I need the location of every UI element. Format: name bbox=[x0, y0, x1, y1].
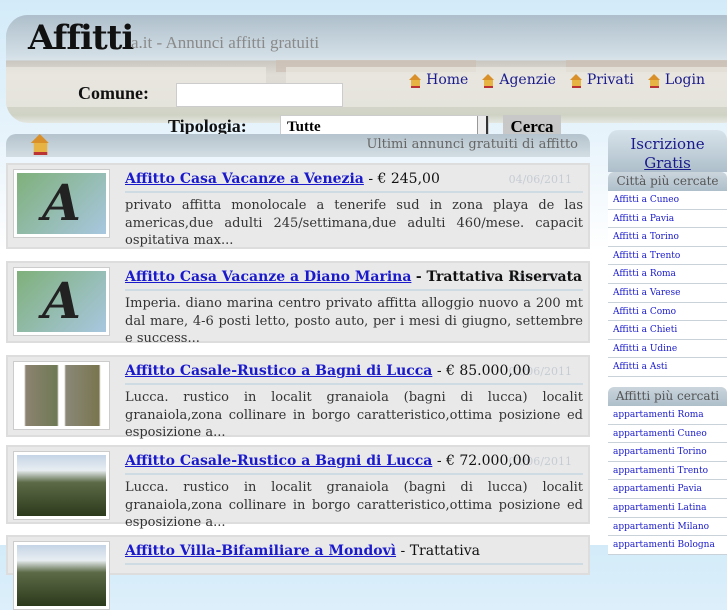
listing-title-row: Affitto Villa-Bifamiliare a Mondovì - Tr… bbox=[125, 543, 480, 559]
cities-heading: Città più cercate bbox=[608, 172, 727, 191]
signup-button[interactable]: Iscrizione Gratis bbox=[608, 130, 727, 172]
divider bbox=[125, 563, 583, 565]
listing-title-link[interactable]: Affitto Casa Vacanze a Diano Marina bbox=[125, 269, 411, 285]
nav-label: Home bbox=[426, 72, 469, 88]
listing-description: Lucca. rustico in localit granaiola (bag… bbox=[125, 480, 583, 530]
city-link[interactable]: Affitti a Varese bbox=[608, 284, 727, 303]
site-tagline: a.it - Annunci affitti gratuiti bbox=[131, 33, 320, 52]
tipologia-value: Tutte bbox=[287, 119, 321, 135]
listing-title-row: Affitto Casa Vacanze a Venezia - € 245,0… bbox=[125, 171, 440, 187]
city-link[interactable]: Affitti a Udine bbox=[608, 340, 727, 359]
site-logo-image: A bbox=[42, 173, 81, 232]
listing-description: privato affitta monolocale a tenerife su… bbox=[125, 198, 583, 248]
listing-image bbox=[17, 365, 106, 426]
listing-thumbnail[interactable] bbox=[13, 361, 110, 430]
nav-privati[interactable]: Privati bbox=[569, 72, 634, 88]
listing-title-link[interactable]: Affitto Villa-Bifamiliare a Mondovì bbox=[125, 543, 396, 559]
listing-price: - € 245,00 bbox=[368, 171, 440, 187]
popular-link[interactable]: appartamenti Latina bbox=[608, 499, 727, 518]
listing-title-link[interactable]: Affitto Casale-Rustico a Bagni di Lucca bbox=[125, 453, 432, 469]
listing-item: A 03/06/2011 Affitto Casa Vacanze a Dian… bbox=[6, 261, 590, 346]
listing-title-row: Affitto Casa Vacanze a Diano Marina - Tr… bbox=[125, 269, 582, 285]
listing-thumbnail[interactable]: A bbox=[13, 169, 110, 238]
house-icon bbox=[569, 74, 583, 88]
city-link[interactable]: Affitti a Asti bbox=[608, 358, 727, 377]
popular-link[interactable]: appartamenti Cuneo bbox=[608, 425, 727, 444]
house-icon bbox=[30, 134, 51, 155]
listing-title-row: Affitto Casale-Rustico a Bagni di Lucca … bbox=[125, 453, 531, 469]
listing-image: A bbox=[17, 173, 106, 234]
site-logo[interactable]: Affitti bbox=[28, 18, 134, 58]
listing-price: - Trattativa Riservata bbox=[415, 269, 583, 285]
divider bbox=[125, 191, 583, 193]
listings-heading: Ultimi annunci gratuiti di affitto bbox=[366, 137, 578, 152]
listing-item: 02/06/2011 Affitto Casale-Rustico a Bagn… bbox=[6, 445, 590, 530]
signup-label-link: Gratis bbox=[644, 154, 691, 172]
city-link[interactable]: Affitti a Pavia bbox=[608, 210, 727, 229]
popular-link[interactable]: appartamenti Milano bbox=[608, 518, 727, 537]
city-link[interactable]: Affitti a Trento bbox=[608, 247, 727, 266]
nav-agenzie[interactable]: Agenzie bbox=[482, 72, 556, 88]
listing-image bbox=[17, 455, 106, 516]
listing-description: Imperia. diano marina centro privato aff… bbox=[125, 296, 583, 346]
listings-header: Ultimi annunci gratuiti di affitto bbox=[6, 134, 590, 157]
divider bbox=[125, 473, 583, 475]
listing-date: 04/06/2011 bbox=[508, 173, 572, 186]
listing-item: 02/06/2011 Affitto Casale-Rustico a Bagn… bbox=[6, 355, 590, 440]
city-link[interactable]: Affitti a Como bbox=[608, 303, 727, 322]
popular-link[interactable]: appartamenti Trento bbox=[608, 462, 727, 481]
nav-home[interactable]: Home bbox=[409, 72, 468, 88]
listing-item: A 04/06/2011 Affitto Casa Vacanze a Vene… bbox=[6, 163, 590, 249]
listing-price: - € 72.000,00 bbox=[436, 453, 531, 469]
listing-title-link[interactable]: Affitto Casale-Rustico a Bagni di Lucca bbox=[125, 363, 432, 379]
house-icon bbox=[482, 74, 495, 88]
city-link[interactable]: Affitti a Cuneo bbox=[608, 191, 727, 210]
house-icon bbox=[647, 74, 661, 88]
city-link[interactable]: Affitti a Chieti bbox=[608, 321, 727, 340]
house-icon bbox=[409, 74, 422, 88]
listing-title-row: Affitto Casale-Rustico a Bagni di Lucca … bbox=[125, 363, 531, 379]
nav-label: Agenzie bbox=[499, 72, 556, 88]
nav-label: Privati bbox=[586, 72, 634, 88]
popular-link[interactable]: appartamenti Torino bbox=[608, 443, 727, 462]
listing-thumbnail[interactable]: A bbox=[13, 267, 110, 336]
top-nav: Home Agenzie Privati Login bbox=[409, 72, 705, 88]
comune-label: Comune: bbox=[78, 83, 149, 103]
popular-link[interactable]: appartamenti Roma bbox=[608, 406, 727, 425]
listing-thumbnail[interactable] bbox=[13, 451, 110, 520]
divider bbox=[125, 383, 583, 385]
listing-description: Lucca. rustico in localit granaiola (bag… bbox=[125, 390, 583, 440]
popular-list: appartamenti Roma appartamenti Cuneo appar… bbox=[608, 406, 727, 555]
signup-label: Iscrizione bbox=[630, 135, 705, 153]
popular-heading: Affitti più cercati bbox=[608, 387, 727, 406]
listing-image bbox=[17, 545, 106, 606]
nav-login[interactable]: Login bbox=[647, 72, 705, 88]
comune-input[interactable] bbox=[176, 83, 343, 107]
listing-thumbnail[interactable] bbox=[13, 541, 110, 610]
city-link[interactable]: Affitti a Torino bbox=[608, 228, 727, 247]
nav-label: Login bbox=[664, 72, 705, 88]
listing-price: - € 85.000,00 bbox=[436, 363, 531, 379]
popular-link[interactable]: appartamenti Bologna bbox=[608, 536, 727, 555]
popular-link[interactable]: appartamenti Pavia bbox=[608, 480, 727, 499]
divider bbox=[125, 289, 583, 291]
listing-title-link[interactable]: Affitto Casa Vacanze a Venezia bbox=[125, 171, 364, 187]
city-link[interactable]: Affitti a Roma bbox=[608, 265, 727, 284]
listing-image: A bbox=[17, 271, 106, 332]
listing-item: Affitto Villa-Bifamiliare a Mondovì - Tr… bbox=[6, 535, 590, 610]
cities-list: Affitti a Cuneo Affitti a Pavia Affitti a … bbox=[608, 191, 727, 377]
site-logo-image: A bbox=[42, 271, 81, 330]
listing-price: - Trattativa bbox=[400, 543, 481, 559]
